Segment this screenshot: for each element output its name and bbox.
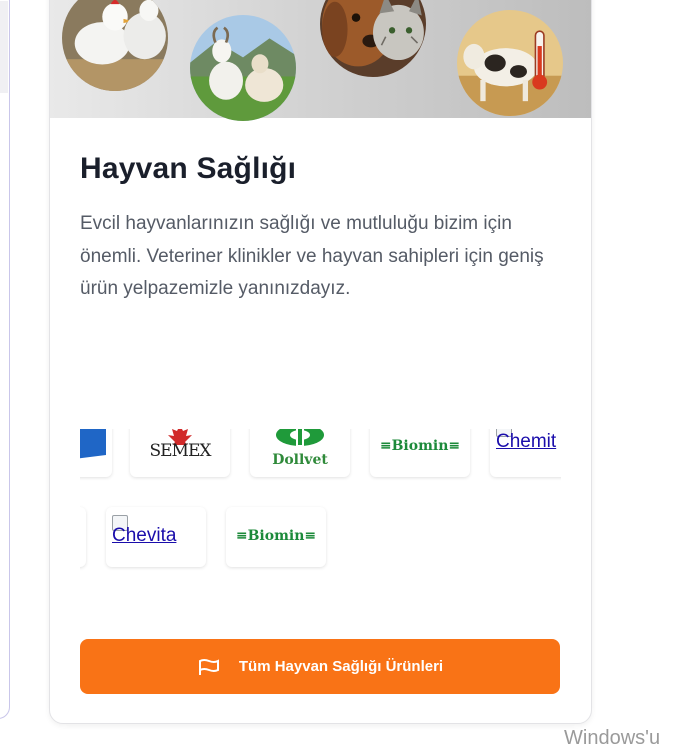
- adjacent-card: [0, 0, 10, 719]
- all-animal-health-products-button[interactable]: Tüm Hayvan Sağlığı Ürünleri: [80, 639, 560, 694]
- biomin-logo-text: ≡Biomin≡: [379, 438, 461, 454]
- brand-logo-semex[interactable]: SEMEX: [130, 429, 230, 477]
- windows-activation-watermark: Windows'u: [564, 727, 661, 749]
- chevita-alt-link[interactable]: Chevita: [112, 525, 176, 547]
- cow-with-thermometer-image: [457, 10, 563, 116]
- brand-logo-partial[interactable]: [80, 507, 86, 567]
- animal-health-card: Hayvan Sağlığı Evcil hayvanlarınızın sağ…: [49, 0, 592, 724]
- goat-and-sheep-image: [190, 15, 296, 121]
- brand-logo-chevita[interactable]: Chevita: [106, 507, 206, 567]
- chemit-alt-link[interactable]: Chemit: [496, 431, 556, 453]
- blue-flag-logo-icon: [80, 429, 106, 459]
- brand-logo-dollvet[interactable]: Dollvet: [250, 429, 350, 477]
- brand-logo-partial[interactable]: [80, 429, 112, 477]
- adjacent-card-image-edge: [0, 1, 8, 93]
- dollvet-logo-text: Dollvet: [272, 452, 328, 468]
- brand-logo-biomin[interactable]: ≡Biomin≡: [370, 429, 470, 477]
- brand-logo-biomin[interactable]: ≡Biomin≡: [226, 507, 326, 567]
- brand-logo-carousel: SEMEX Dollvet ≡Biomin≡ Chemit Chevita ≡B…: [80, 429, 561, 596]
- chickens-image: [62, 0, 168, 91]
- card-title: Hayvan Sağlığı: [80, 152, 297, 185]
- card-description: Evcil hayvanlarınızın sağlığı ve mutlulu…: [80, 213, 544, 299]
- cta-label: Tüm Hayvan Sağlığı Ürünleri: [238, 658, 444, 675]
- brand-logo-chemit[interactable]: Chemit: [490, 429, 561, 477]
- hero-banner: [50, 0, 591, 121]
- biomin-logo-text: ≡Biomin≡: [235, 528, 317, 544]
- semex-logo-text: SEMEX: [149, 441, 212, 461]
- dog-and-cat-image: [320, 0, 426, 77]
- flag-icon: [198, 658, 219, 675]
